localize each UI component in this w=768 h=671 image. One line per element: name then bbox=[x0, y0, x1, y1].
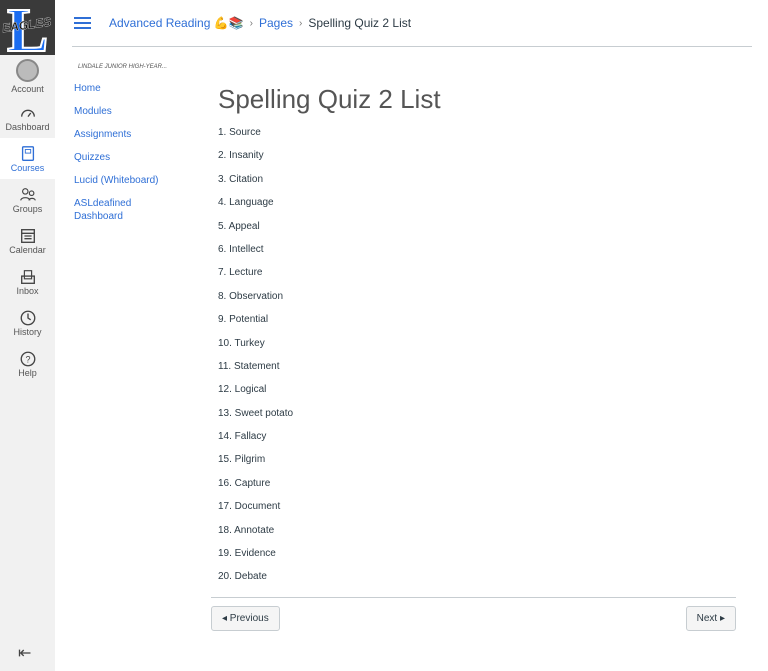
course-nav: LINDALE JUNIOR HIGH-Year... Home Modules… bbox=[74, 64, 194, 233]
course-nav-lucid[interactable]: Lucid (Whiteboard) bbox=[74, 174, 194, 187]
help-icon: ? bbox=[20, 351, 35, 366]
avatar bbox=[16, 58, 39, 82]
list-item: 16. Capture bbox=[218, 477, 271, 489]
list-item: 12. Logical bbox=[218, 384, 267, 396]
course-nav-home[interactable]: Home bbox=[74, 82, 194, 95]
svg-text:?: ? bbox=[25, 354, 30, 364]
previous-button[interactable]: ◂ Previous bbox=[211, 606, 280, 631]
breadcrumb-pages[interactable]: Pages bbox=[259, 16, 293, 30]
list-item: 15. Pilgrim bbox=[218, 454, 266, 466]
courses-icon bbox=[21, 145, 34, 161]
list-item: 11. Statement bbox=[218, 360, 280, 372]
collapse-nav-icon[interactable]: ⇤ bbox=[18, 643, 31, 663]
list-item: 2. Insanity bbox=[218, 150, 264, 162]
dashboard-icon bbox=[20, 109, 35, 117]
list-item: 18. Annotate bbox=[218, 524, 275, 536]
nav-label: Calendar bbox=[9, 244, 46, 255]
list-item: 9. Potential bbox=[218, 314, 269, 326]
nav-label: Help bbox=[18, 367, 37, 378]
nav-label: Dashboard bbox=[5, 121, 50, 132]
breadcrumb-current: Spelling Quiz 2 List bbox=[308, 16, 412, 30]
school-logo[interactable]: L EAGLES bbox=[0, 0, 55, 55]
nav-label: Inbox bbox=[16, 285, 39, 296]
page-content: Spelling Quiz 2 List 1. Source 2. Insanit… bbox=[218, 84, 736, 595]
global-nav: L EAGLES Account Dashboard Courses Groups… bbox=[0, 0, 55, 671]
nav-label: Courses bbox=[10, 162, 45, 173]
chevron-right-icon: › bbox=[249, 17, 253, 29]
list-item: 19. Evidence bbox=[218, 548, 276, 560]
course-nav-quizzes[interactable]: Quizzes bbox=[74, 151, 194, 164]
calendar-icon bbox=[20, 228, 35, 243]
next-button[interactable]: Next ▸ bbox=[685, 606, 736, 631]
word-list: 1. Source 2. Insanity 3. Citation 4. Langua… bbox=[218, 127, 736, 595]
groups-icon bbox=[19, 187, 36, 201]
list-item: 7. Lecture bbox=[218, 267, 263, 279]
hamburger-menu-icon[interactable] bbox=[74, 14, 91, 32]
list-item: 14. Fallacy bbox=[218, 431, 267, 443]
list-item: 17. Document bbox=[218, 501, 281, 513]
list-item: 4. Language bbox=[218, 197, 274, 209]
list-item: 1. Source bbox=[218, 127, 261, 138]
breadcrumb-course[interactable]: Advanced Reading 💪📚 bbox=[109, 16, 244, 30]
nav-courses[interactable]: Courses bbox=[0, 138, 55, 179]
nav-inbox[interactable]: Inbox bbox=[0, 261, 55, 302]
nav-calendar[interactable]: Calendar bbox=[0, 220, 55, 261]
nav-label: History bbox=[13, 326, 42, 337]
list-item: 8. Observation bbox=[218, 290, 284, 302]
nav-help[interactable]: ? Help bbox=[0, 343, 55, 384]
list-item: 3. Citation bbox=[218, 173, 264, 185]
list-item: 6. Intellect bbox=[218, 243, 264, 255]
nav-groups[interactable]: Groups bbox=[0, 179, 55, 220]
nav-label: Groups bbox=[12, 203, 43, 214]
nav-label: Account bbox=[11, 83, 44, 94]
list-item: 13. Sweet potato bbox=[218, 407, 294, 419]
list-item: 20. Debate bbox=[218, 571, 267, 583]
header: Advanced Reading 💪📚 › Pages › Spelling Q… bbox=[72, 0, 752, 47]
list-item: 5. Appeal bbox=[218, 220, 260, 232]
course-nav-modules[interactable]: Modules bbox=[74, 105, 194, 118]
list-item: 10. Turkey bbox=[218, 337, 265, 349]
course-term: LINDALE JUNIOR HIGH-Year... bbox=[78, 64, 168, 70]
nav-account[interactable]: Account bbox=[0, 55, 55, 97]
nav-dashboard[interactable]: Dashboard bbox=[0, 97, 55, 138]
clock-icon bbox=[20, 310, 35, 325]
nav-history[interactable]: History bbox=[0, 302, 55, 343]
inbox-icon bbox=[20, 269, 35, 284]
course-nav-asldeafined[interactable]: ASLdeafined Dashboard bbox=[74, 197, 144, 223]
course-nav-assignments[interactable]: Assignments bbox=[74, 128, 194, 141]
chevron-right-icon: › bbox=[299, 17, 303, 29]
pager: ◂ Previous Next ▸ bbox=[211, 597, 736, 631]
page-title: Spelling Quiz 2 List bbox=[218, 84, 441, 114]
